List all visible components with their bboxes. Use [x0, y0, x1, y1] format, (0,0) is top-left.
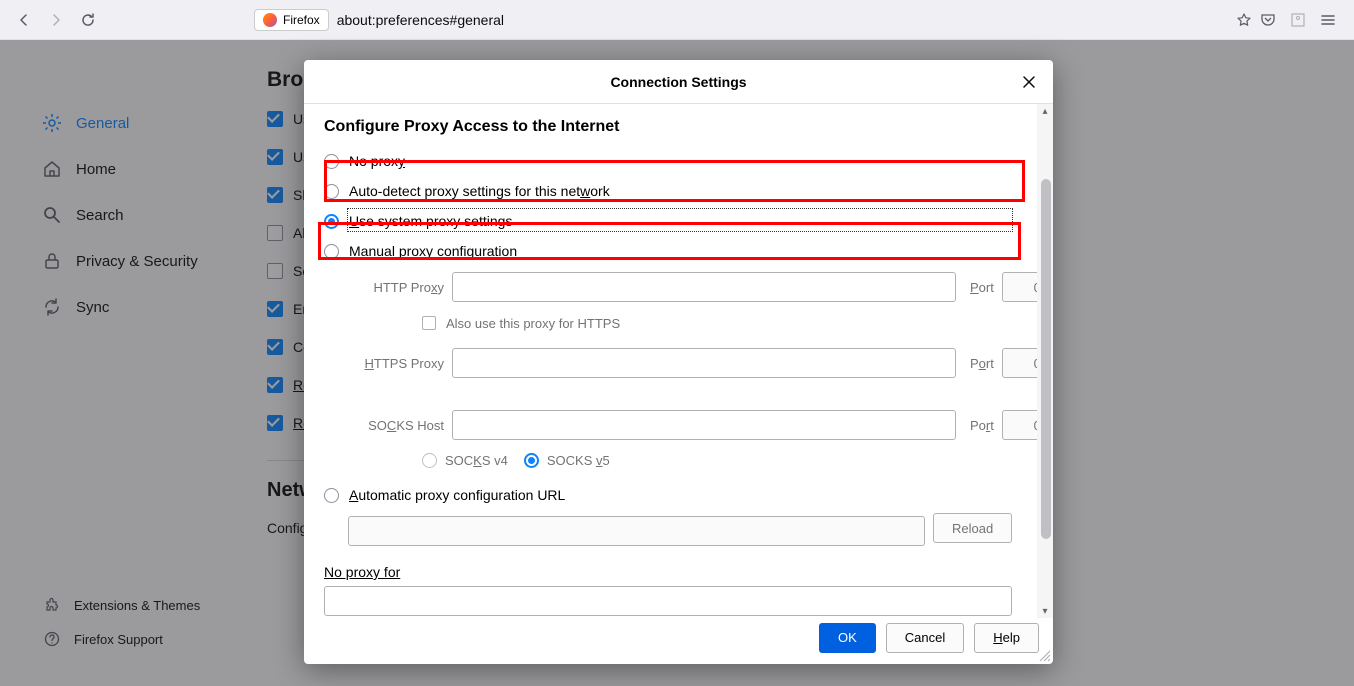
radio-icon [422, 453, 437, 468]
radio-socks5[interactable]: SOCKS v5 [524, 453, 610, 468]
field-label: HTTPS Proxy [348, 356, 444, 371]
dialog-heading: Configure Proxy Access to the Internet [324, 118, 1053, 136]
url-bar[interactable]: about:preferences#general [337, 12, 1230, 28]
port-label: Port [970, 418, 994, 433]
menu-icon[interactable] [1320, 12, 1336, 28]
dialog-title: Connection Settings [610, 74, 746, 90]
socks-version-row: SOCKS v4 SOCKS v5 [324, 446, 1053, 474]
checkbox-label: Also use this proxy for HTTPS [446, 316, 620, 331]
radio-auto-detect[interactable]: Auto-detect proxy settings for this netw… [324, 176, 1053, 206]
http-proxy-input[interactable] [452, 272, 956, 302]
identity-box[interactable]: Firefox [254, 9, 329, 31]
scroll-up-icon[interactable]: ▴ [1040, 106, 1050, 116]
scrollbar-thumb[interactable] [1041, 179, 1051, 539]
radio-label: Auto-detect proxy settings for this netw… [349, 183, 610, 199]
checkbox-icon [422, 316, 436, 330]
port-label: Port [970, 280, 994, 295]
back-button[interactable] [10, 6, 38, 34]
close-button[interactable] [1017, 70, 1041, 94]
field-label: HTTP Proxy [348, 280, 444, 295]
identity-label: Firefox [283, 13, 320, 27]
radio-no-proxy[interactable]: No proxy [324, 146, 1053, 176]
scroll-down-icon[interactable]: ▾ [1040, 606, 1050, 616]
auto-url-input[interactable] [348, 516, 925, 546]
radio-label: SOCKS v4 [445, 453, 508, 468]
dialog-title-bar: Connection Settings [304, 60, 1053, 104]
socks-host-input[interactable] [452, 410, 956, 440]
ok-button[interactable]: OK [819, 623, 876, 653]
radio-use-system[interactable]: Use system proxy settings [324, 206, 1053, 236]
dialog-body: Configure Proxy Access to the Internet N… [304, 104, 1053, 618]
radio-icon [324, 154, 339, 169]
scrollbar[interactable]: ▴ ▾ [1037, 104, 1053, 618]
radio-icon [324, 214, 339, 229]
pocket-icon[interactable] [1260, 12, 1276, 28]
resize-grip-icon[interactable] [1037, 648, 1051, 662]
http-proxy-row: HTTP Proxy Port [324, 266, 1053, 308]
radio-label: Use system proxy settings [349, 213, 512, 229]
url-text: about:preferences#general [337, 12, 504, 28]
radio-auto-url[interactable]: Automatic proxy configuration URL [324, 480, 1053, 510]
connection-settings-dialog: Connection Settings Configure Proxy Acce… [304, 60, 1053, 664]
https-proxy-input[interactable] [452, 348, 956, 378]
radio-icon [324, 244, 339, 259]
radio-manual[interactable]: Manual proxy configuration [324, 236, 1053, 266]
account-icon[interactable] [1290, 12, 1306, 28]
radio-socks4[interactable]: SOCKS v4 [422, 453, 508, 468]
radio-icon [324, 184, 339, 199]
radio-label: Automatic proxy configuration URL [349, 487, 565, 503]
no-proxy-for-label: No proxy for [324, 564, 1053, 580]
radio-label: SOCKS v5 [547, 453, 610, 468]
radio-icon [524, 453, 539, 468]
firefox-icon [263, 13, 277, 27]
reload-button[interactable] [74, 6, 102, 34]
bookmark-star-icon[interactable] [1230, 6, 1258, 34]
browser-toolbar: Firefox about:preferences#general [0, 0, 1354, 40]
no-proxy-for-input[interactable] [324, 586, 1012, 616]
cancel-button[interactable]: Cancel [886, 623, 964, 653]
https-proxy-row: HTTPS Proxy Port [324, 342, 1053, 384]
forward-button[interactable] [42, 6, 70, 34]
field-label: SOCKS Host [348, 418, 444, 433]
radio-label: No proxy [349, 153, 405, 169]
port-label: Port [970, 356, 994, 371]
socks-host-row: SOCKS Host Port [324, 404, 1053, 446]
dialog-footer: OK Cancel Help [304, 618, 1053, 664]
also-https-row[interactable]: Also use this proxy for HTTPS [324, 308, 1053, 338]
radio-icon [324, 488, 339, 503]
radio-label: Manual proxy configuration [349, 243, 517, 259]
reload-button[interactable]: Reload [933, 513, 1012, 543]
help-button[interactable]: Help [974, 623, 1039, 653]
